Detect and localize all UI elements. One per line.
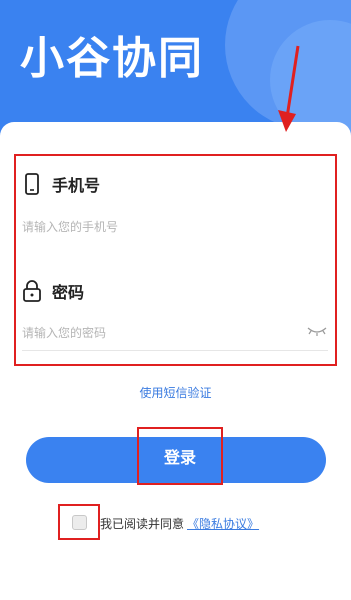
login-button-label: 登录 — [163, 448, 196, 467]
annotation-arrow — [278, 45, 300, 132]
eye-closed-icon[interactable] — [307, 325, 327, 337]
password-underline — [22, 350, 328, 351]
sms-login-link[interactable]: 使用短信验证 — [0, 384, 351, 401]
phone-field-header: 手机号 — [22, 172, 100, 196]
password-input[interactable]: 请输入您的密码 — [22, 324, 332, 341]
highlight-box-login[interactable]: 登录 — [137, 427, 223, 485]
app-title: 小谷协同 — [20, 33, 204, 84]
phone-label: 手机号 — [52, 176, 101, 195]
phone-icon — [25, 173, 39, 195]
phone-input[interactable]: 请输入您的手机号 — [22, 218, 332, 235]
agreement-label: 我已阅读并同意 — [100, 517, 185, 531]
password-label: 密码 — [52, 283, 85, 302]
agreement-text: 我已阅读并同意 《隐私协议》 — [100, 515, 259, 532]
privacy-policy-link[interactable]: 《隐私协议》 — [187, 517, 259, 531]
agreement-checkbox[interactable] — [72, 515, 87, 530]
lock-icon — [23, 280, 41, 302]
password-field-header: 密码 — [22, 279, 84, 303]
